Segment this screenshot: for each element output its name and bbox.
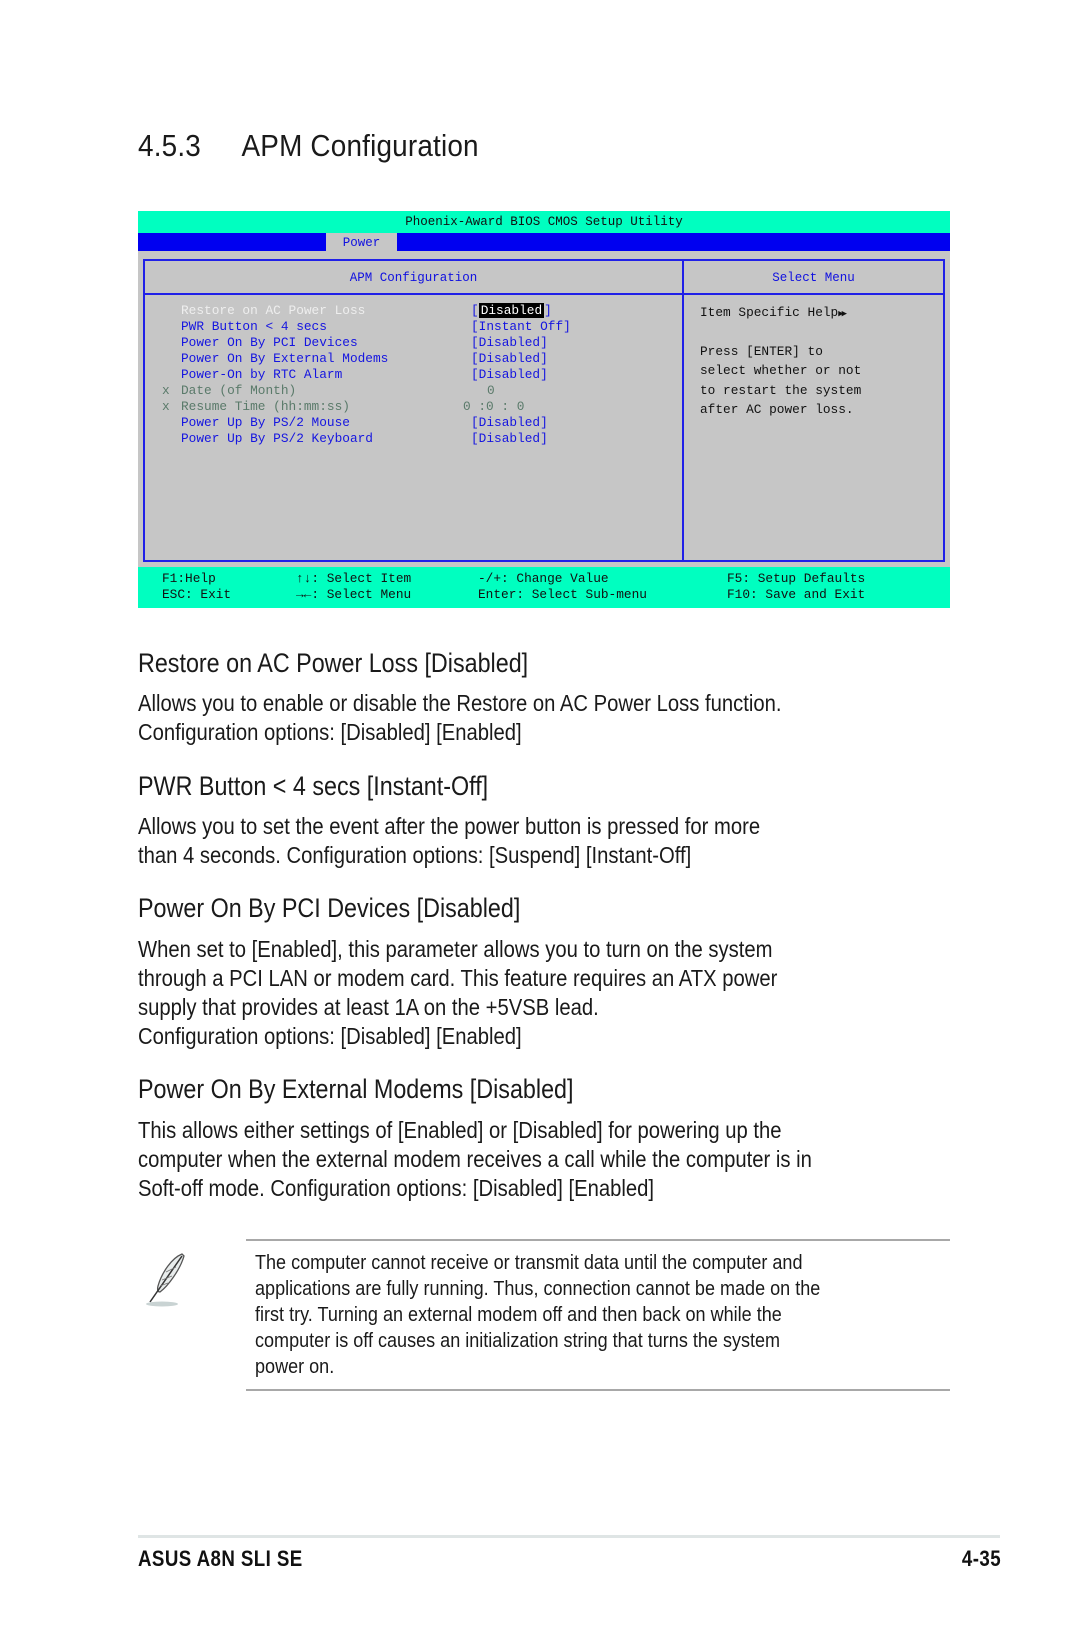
desc-heading-ext-modems: Power On By External Modems [Disabled] (138, 1074, 574, 1104)
bios-item-restore-ac-value[interactable]: [Disabled] (471, 303, 552, 319)
desc-body-pci-3: supply that provides at least 1A on the … (138, 994, 599, 1020)
note-bottom-rule (246, 1389, 950, 1391)
desc-body-pci-2: through a PCI LAN or modem card. This fe… (138, 965, 778, 991)
help-line-4: after AC power loss. (700, 402, 854, 417)
bios-item-pci-devices-value[interactable]: [Disabled] (471, 335, 548, 351)
bios-item-pci-devices-label[interactable]: Power On By PCI Devices (181, 335, 358, 351)
bios-item-restore-ac-label[interactable]: Restore on AC Power Loss (181, 303, 365, 319)
desc-heading-pci-devices: Power On By PCI Devices [Disabled] (138, 893, 521, 923)
bios-item-date-prefix: x (162, 383, 170, 398)
selected-value: Disabled (478, 303, 545, 318)
bios-item-date-label: Date (of Month) (181, 383, 297, 398)
help-heading: Item Specific Help▶▶ (700, 303, 847, 325)
help-panel-title: Select Menu (684, 261, 943, 295)
bios-utility-title: Phoenix-Award BIOS CMOS Setup Utility (138, 211, 950, 233)
note-top-rule (246, 1239, 950, 1241)
help-heading-text: Item Specific Help (700, 305, 839, 320)
bios-main-panel: APM Configuration Restore on AC Power Lo… (143, 259, 684, 562)
bios-help-panel: Select Menu Item Specific Help▶▶ Press [… (684, 259, 945, 562)
desc-heading-pwr-button: PWR Button < 4 secs [Instant-Off] (138, 771, 489, 801)
bios-item-resume-value: 0 :0 : 0 (463, 399, 525, 414)
section-number: 4.5.3 (138, 128, 201, 163)
desc-heading-restore-ac: Restore on AC Power Loss [Disabled] (138, 648, 529, 678)
key-select-item: ↑↓: Select Item (296, 571, 412, 586)
bios-item-ps2-mouse-label[interactable]: Power Up By PS/2 Mouse (181, 415, 350, 431)
desc-body-modems-3: Soft-off mode. Configuration options: [D… (138, 1175, 655, 1201)
bios-item-rtc-alarm-label[interactable]: Power-On by RTC Alarm (181, 367, 342, 383)
bios-item-ps2-mouse-value[interactable]: [Disabled] (471, 415, 548, 431)
key-change-value: -/+: Change Value (478, 571, 609, 586)
help-line-3: to restart the system (700, 383, 862, 398)
bios-menu-bar: Power (138, 233, 950, 251)
help-line-1: Press [ENTER] to (700, 344, 823, 359)
desc-body-pci-1: When set to [Enabled], this parameter al… (138, 936, 773, 962)
desc-body-pci-4: Configuration options: [Disabled] [Enabl… (138, 1023, 522, 1049)
main-panel-title: APM Configuration (145, 261, 682, 295)
tab-power[interactable]: Power (326, 233, 397, 251)
key-f10-save-exit: F10: Save and Exit (727, 587, 866, 602)
key-f1-help: F1:Help (162, 571, 216, 586)
key-select-menu: →←: Select Menu (296, 587, 412, 602)
bios-item-ext-modems-value[interactable]: [Disabled] (471, 351, 548, 367)
desc-body-pwr-button-2: than 4 seconds. Configuration options: [… (138, 842, 692, 868)
key-enter-submenu: Enter: Select Sub-menu (478, 587, 647, 602)
page-footer-rule (138, 1535, 1000, 1538)
bios-item-rtc-alarm-value[interactable]: [Disabled] (471, 367, 548, 383)
desc-body-modems-2: computer when the external modem receive… (138, 1146, 812, 1172)
bios-item-resume-label: Resume Time (hh:mm:ss) (181, 399, 350, 414)
bios-key-legend: F1:Help ↑↓: Select Item -/+: Change Valu… (138, 567, 950, 608)
desc-body-modems-1: This allows either settings of [Enabled]… (138, 1117, 782, 1143)
bios-item-pwr-button-value[interactable]: [Instant Off] (471, 319, 571, 335)
key-f5-defaults: F5: Setup Defaults (727, 571, 866, 586)
bios-item-date-value: 0 (487, 383, 495, 398)
help-line-2: select whether or not (700, 363, 862, 378)
bios-item-ps2-keyboard-value[interactable]: [Disabled] (471, 431, 548, 447)
bios-item-pwr-button-label[interactable]: PWR Button < 4 secs (181, 319, 327, 335)
bios-screen: Phoenix-Award BIOS CMOS Setup Utility Po… (138, 211, 950, 608)
double-right-arrow-icon: ▶▶ (838, 309, 847, 319)
bios-item-ps2-keyboard-label[interactable]: Power Up By PS/2 Keyboard (181, 431, 373, 447)
feather-pen-icon (142, 1250, 194, 1310)
desc-body-restore-ac-1: Allows you to enable or disable the Rest… (138, 690, 782, 716)
desc-body-pwr-button-1: Allows you to set the event after the po… (138, 813, 761, 839)
page-number: 4-35 (961, 1546, 1001, 1571)
desc-body-restore-ac-2: Configuration options: [Disabled] [Enabl… (138, 719, 522, 745)
section-title: 4.5.3 APM Configuration (138, 128, 479, 164)
section-title-text: APM Configuration (241, 128, 479, 163)
key-esc-exit: ESC: Exit (162, 587, 232, 602)
product-name: ASUS A8N SLI SE (138, 1546, 303, 1571)
note-text: The computer cannot receive or transmit … (255, 1251, 821, 1378)
bios-item-ext-modems-label[interactable]: Power On By External Modems (181, 351, 388, 367)
bios-item-resume-prefix: x (162, 399, 170, 414)
